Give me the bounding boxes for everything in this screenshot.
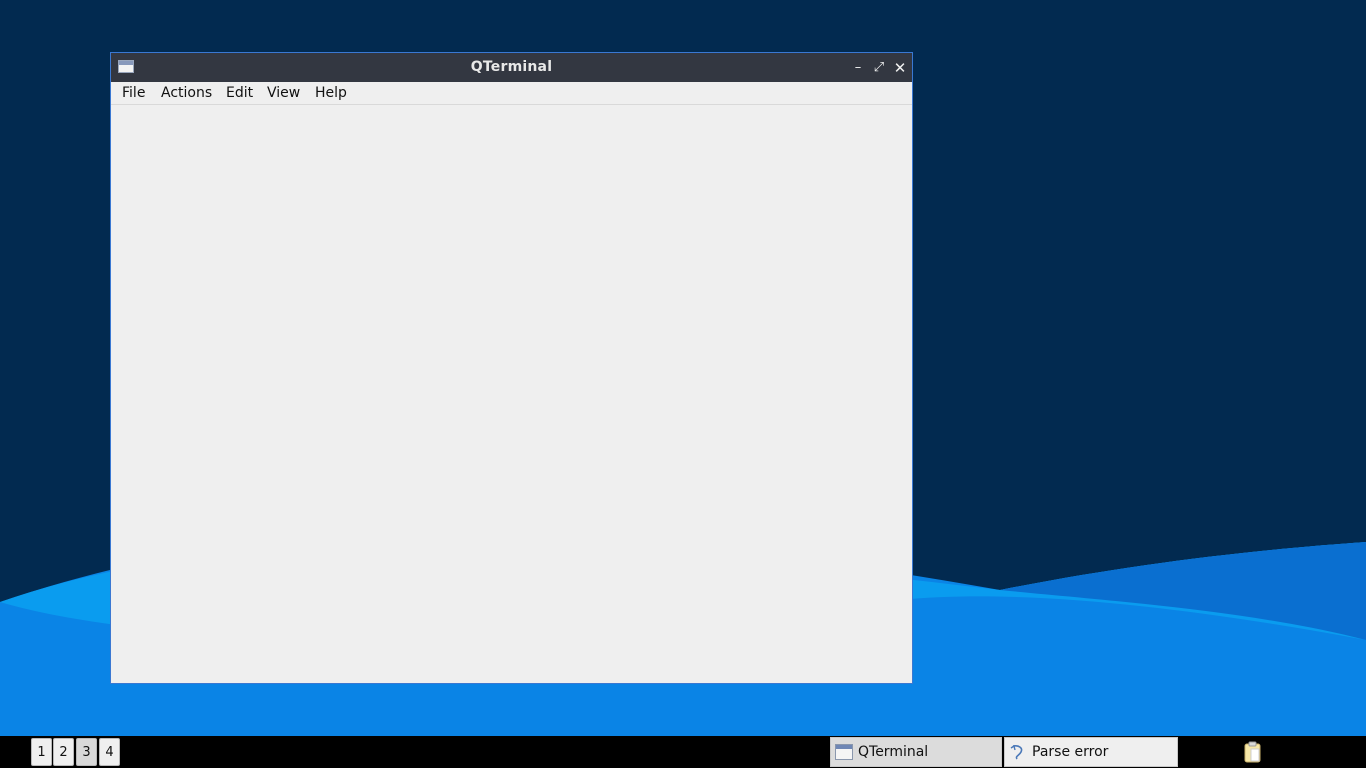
workspace-4-button[interactable]: 4 <box>99 738 120 766</box>
window-titlebar[interactable]: QTerminal – ⤢ ✕ <box>111 53 912 82</box>
maximize-button[interactable]: ⤢ <box>871 60 887 76</box>
qterminal-window[interactable]: QTerminal – ⤢ ✕ File Actions Edit View H… <box>110 52 913 684</box>
workspace-2-button[interactable]: 2 <box>53 738 74 766</box>
taskbar-item-label: Parse error <box>1032 744 1109 760</box>
minimize-button[interactable]: – <box>850 60 866 76</box>
menu-file[interactable]: File <box>122 85 145 101</box>
menu-actions[interactable]: Actions <box>161 85 212 101</box>
menu-help[interactable]: Help <box>315 85 347 101</box>
terminal-content-area[interactable] <box>111 105 912 683</box>
clipboard-icon[interactable] <box>1243 741 1263 763</box>
taskbar: 1 2 3 4 QTerminal Parse error <box>0 736 1366 768</box>
menu-edit[interactable]: Edit <box>226 85 253 101</box>
taskbar-item-parse-error[interactable]: Parse error <box>1004 737 1178 767</box>
menu-view[interactable]: View <box>267 85 300 101</box>
window-title: QTerminal <box>470 59 553 75</box>
parse-error-icon <box>1009 744 1027 760</box>
taskbar-item-label: QTerminal <box>858 744 929 760</box>
menu-bar: File Actions Edit View Help <box>111 82 912 105</box>
close-button[interactable]: ✕ <box>892 60 908 76</box>
workspace-1-button[interactable]: 1 <box>31 738 52 766</box>
workspace-3-button[interactable]: 3 <box>76 738 97 766</box>
terminal-window-icon <box>835 744 853 760</box>
taskbar-item-qterminal[interactable]: QTerminal <box>830 737 1002 767</box>
